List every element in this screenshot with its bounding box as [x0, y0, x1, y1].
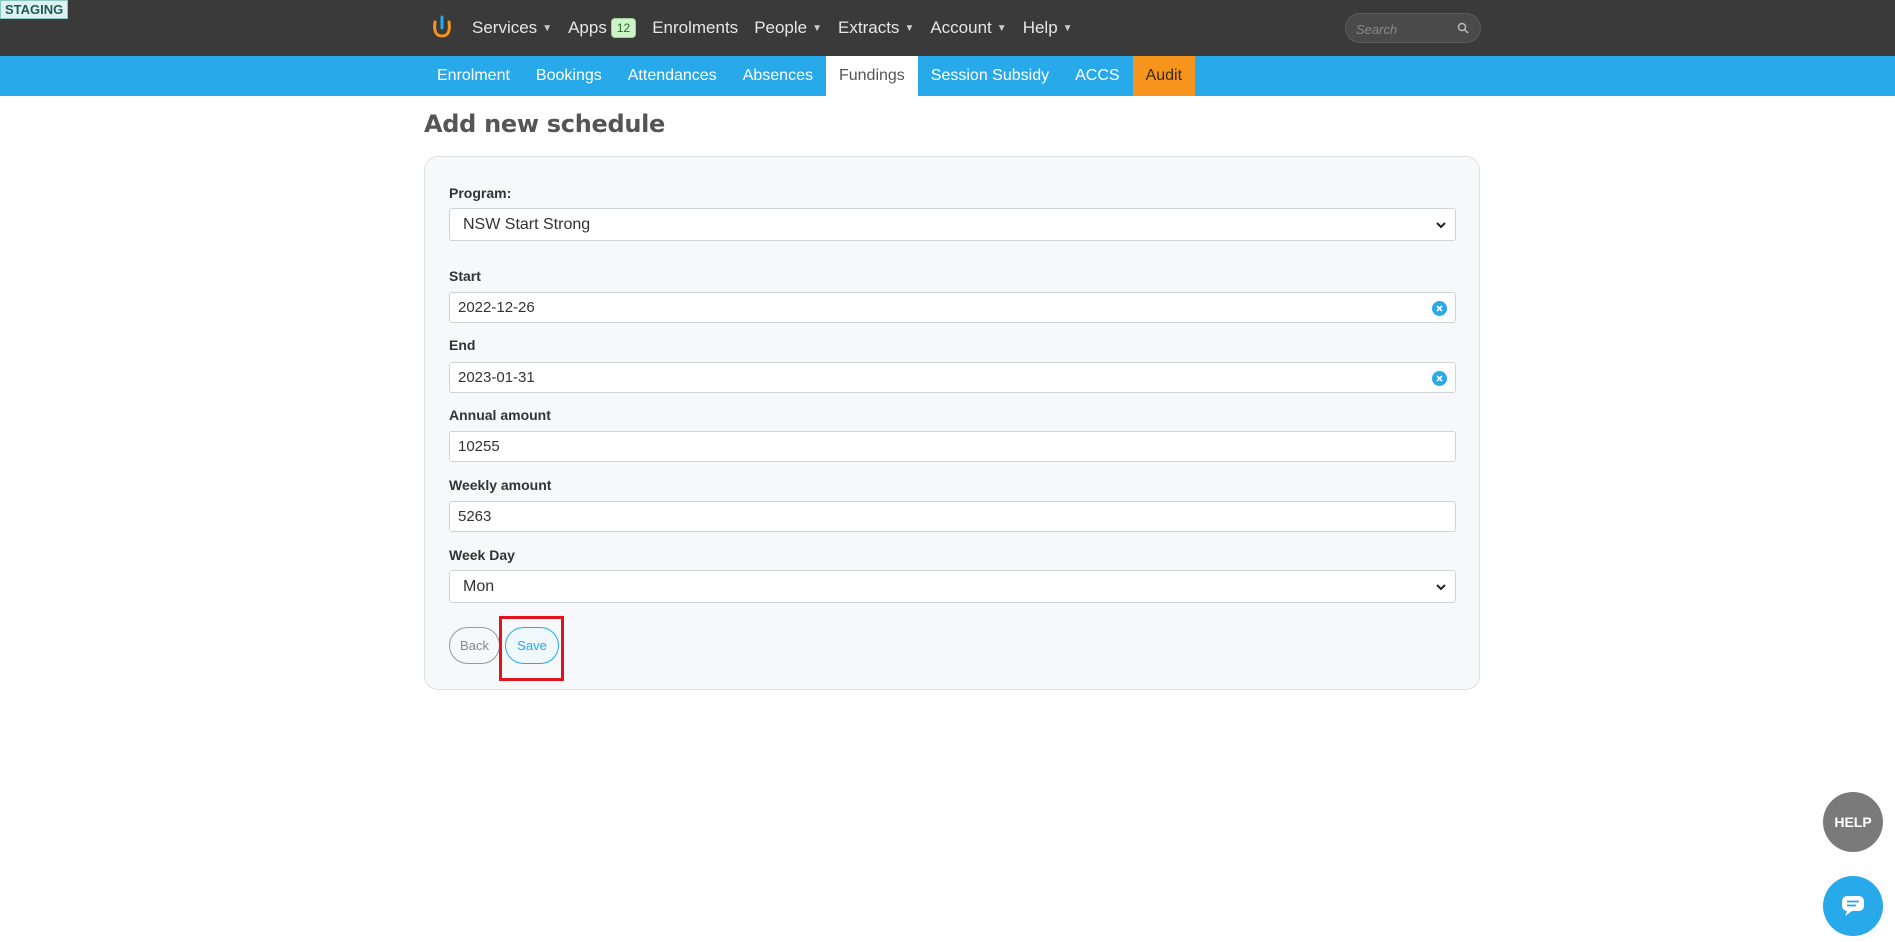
chevron-down-icon: [1436, 222, 1446, 229]
start-label: Start: [449, 268, 481, 284]
chat-button[interactable]: [1823, 876, 1883, 936]
nav-services-label: Services: [472, 18, 538, 37]
save-highlight-box: [499, 616, 564, 681]
end-date-value: 2023-01-31: [458, 369, 535, 386]
top-navbar: Services ▼ Apps 12 Enrolments People ▼ E…: [0, 0, 1895, 56]
apps-count-badge: 12: [610, 18, 637, 38]
caret-down-icon: ▼: [904, 22, 915, 34]
weekly-amount-value: 5263: [458, 508, 492, 525]
program-select[interactable]: NSW Start Strong: [449, 208, 1456, 241]
nav-enrolments[interactable]: Enrolments: [652, 18, 738, 38]
annual-amount-label: Annual amount: [449, 407, 551, 423]
chat-icon: [1842, 896, 1864, 916]
nav-extracts[interactable]: Extracts ▼: [838, 18, 914, 38]
page-title: Add new schedule: [424, 110, 666, 138]
caret-down-icon: ▼: [542, 22, 553, 34]
start-date-field[interactable]: 2022-12-26: [449, 292, 1456, 323]
tab-session-subsidy[interactable]: Session Subsidy: [918, 56, 1062, 96]
nav-help-label: Help: [1022, 18, 1058, 37]
nav-apps-label: Apps: [568, 18, 607, 37]
end-label: End: [449, 337, 476, 353]
tab-audit[interactable]: Audit: [1132, 56, 1196, 96]
top-menu: Services ▼ Apps 12 Enrolments People ▼ E…: [472, 0, 1089, 56]
sub-navbar: Enrolment Bookings Attendances Absences …: [0, 56, 1895, 96]
tab-absences[interactable]: Absences: [730, 56, 826, 96]
nav-apps[interactable]: Apps 12: [568, 18, 637, 38]
schedule-form-card: Program: NSW Start Strong Start 2022-12-…: [424, 156, 1480, 690]
env-badge: STAGING: [0, 0, 69, 19]
help-button[interactable]: HELP: [1823, 792, 1883, 852]
search-input[interactable]: [1356, 20, 1451, 38]
chevron-down-icon: [1436, 584, 1446, 591]
weekly-amount-field[interactable]: 5263: [449, 501, 1456, 532]
clear-end-icon[interactable]: [1432, 371, 1447, 386]
tab-attendances[interactable]: Attendances: [615, 56, 730, 96]
week-day-select-value: Mon: [463, 577, 495, 595]
back-button[interactable]: Back: [449, 627, 500, 664]
nav-people[interactable]: People ▼: [754, 18, 822, 38]
tab-enrolment[interactable]: Enrolment: [424, 56, 523, 96]
caret-down-icon: ▼: [812, 22, 823, 34]
end-date-field[interactable]: 2023-01-31: [449, 362, 1456, 393]
nav-account-label: Account: [930, 18, 992, 37]
program-label: Program:: [449, 185, 512, 201]
week-day-label: Week Day: [449, 547, 515, 563]
nav-help[interactable]: Help ▼: [1023, 18, 1073, 38]
start-date-value: 2022-12-26: [458, 299, 535, 316]
nav-services[interactable]: Services ▼: [472, 18, 552, 38]
nav-account[interactable]: Account ▼: [930, 18, 1006, 38]
week-day-select[interactable]: Mon: [449, 570, 1456, 603]
nav-enrolments-label: Enrolments: [652, 18, 739, 37]
clear-start-icon[interactable]: [1432, 301, 1447, 316]
search-icon[interactable]: [1457, 22, 1469, 34]
program-select-value: NSW Start Strong: [463, 215, 591, 233]
weekly-amount-label: Weekly amount: [449, 477, 552, 493]
tab-accs[interactable]: ACCS: [1062, 56, 1132, 96]
nav-people-label: People: [754, 18, 808, 37]
caret-down-icon: ▼: [1062, 22, 1073, 34]
annual-amount-field[interactable]: 10255: [449, 431, 1456, 462]
nav-extracts-label: Extracts: [838, 18, 900, 37]
tab-fundings[interactable]: Fundings: [825, 56, 918, 96]
app-logo-icon[interactable]: [430, 14, 454, 40]
caret-down-icon: ▼: [996, 22, 1007, 34]
tab-bookings[interactable]: Bookings: [523, 56, 615, 96]
annual-amount-value: 10255: [458, 438, 500, 455]
search-box: [1345, 13, 1481, 43]
